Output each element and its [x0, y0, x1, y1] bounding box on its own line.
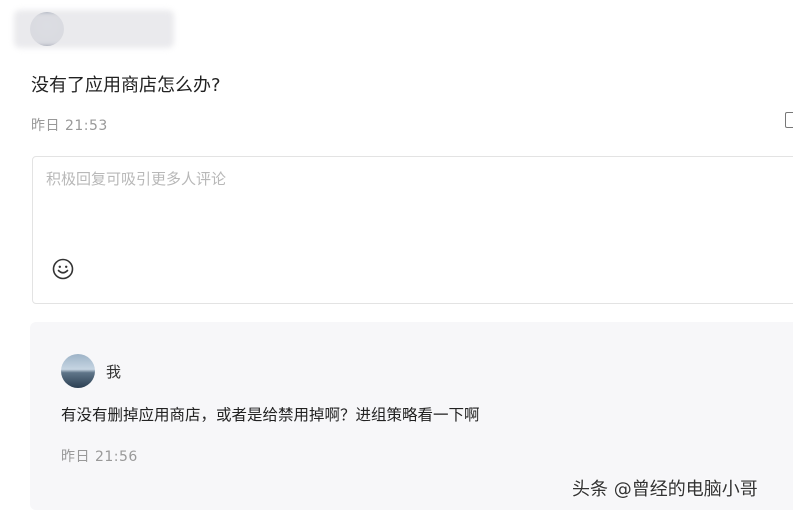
reply-input[interactable]: 积极回复可吸引更多人评论: [46, 168, 226, 189]
reply-text: 有没有删掉应用商店，或者是给禁用掉啊？进组策略看一下啊: [61, 406, 480, 424]
emoji-icon[interactable]: [52, 258, 74, 280]
comment-text: 没有了应用商店怎么办?: [31, 75, 221, 96]
reply-author[interactable]: 我: [106, 361, 121, 382]
comment-time: 昨日 21:53: [31, 118, 108, 134]
reply-time: 昨日 21:56: [61, 449, 138, 465]
my-avatar[interactable]: [61, 354, 95, 388]
blurred-username: [14, 10, 174, 48]
more-icon[interactable]: [785, 112, 793, 128]
watermark: 头条 @曾经的电脑小哥: [572, 479, 758, 500]
